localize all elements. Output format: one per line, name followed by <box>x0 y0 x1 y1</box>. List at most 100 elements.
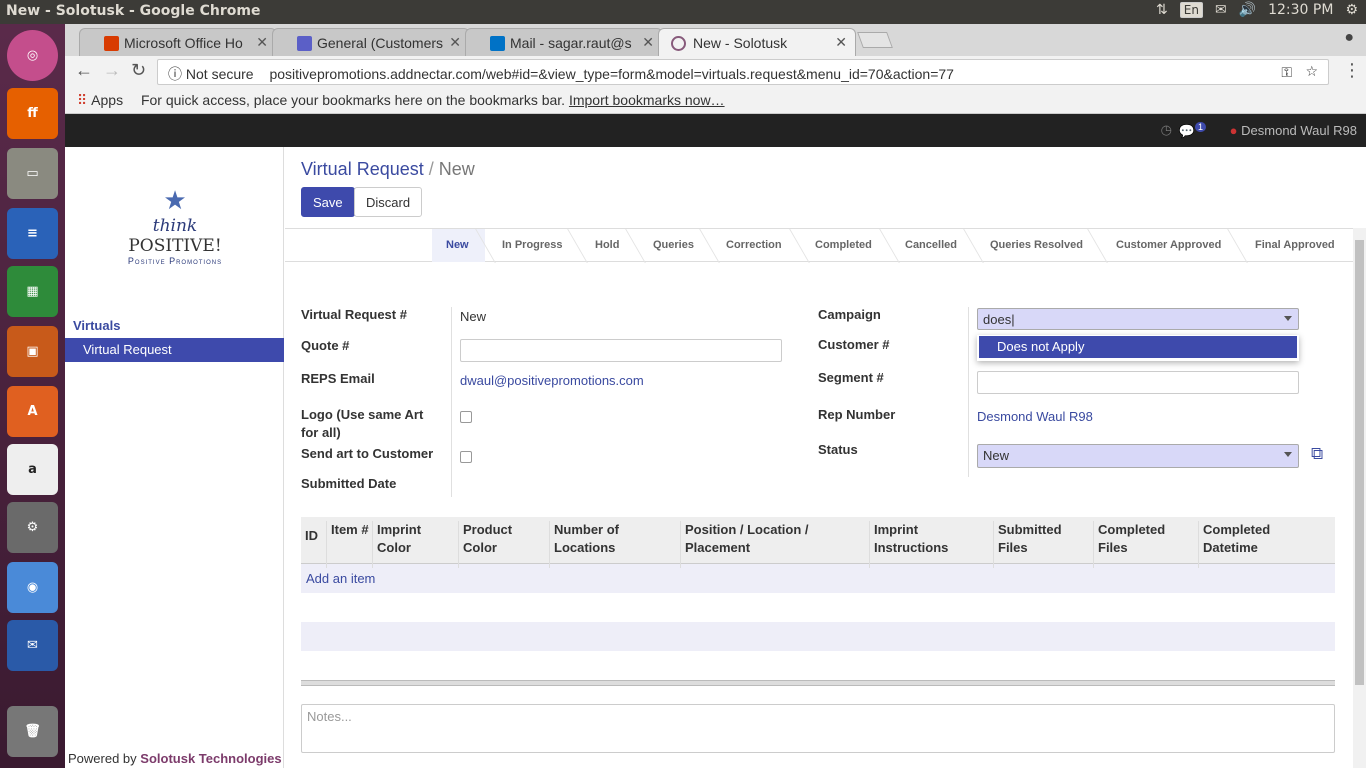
close-icon[interactable]: ✕ <box>835 34 847 51</box>
impress-icon[interactable]: ▣ <box>7 326 58 377</box>
submitted-date-label: Submitted Date <box>301 476 397 491</box>
profile-icon[interactable]: ● <box>1344 29 1354 47</box>
status-queries-resolved[interactable]: Queries Resolved <box>990 239 1083 251</box>
scrollbar[interactable] <box>1353 228 1366 768</box>
sidebar-item-virtual-request[interactable]: Virtual Request <box>65 338 284 362</box>
firefox-icon[interactable]: ff <box>7 88 58 139</box>
trash-icon[interactable]: 🗑 <box>7 706 58 757</box>
segment-label: Segment # <box>818 370 884 385</box>
import-bookmarks-link[interactable]: Import bookmarks now… <box>569 92 725 108</box>
status-final-approved[interactable]: Final Approved <box>1255 239 1335 251</box>
writer-icon[interactable]: ≡ <box>7 208 58 259</box>
files-icon[interactable]: ▭ <box>7 148 58 199</box>
send-art-checkbox[interactable] <box>460 451 472 463</box>
software-center-icon[interactable]: A <box>7 386 58 437</box>
key-icon[interactable]: ⚿ <box>1281 64 1292 81</box>
status-divider <box>1227 229 1248 263</box>
apps-label[interactable]: Apps <box>91 92 123 108</box>
quote-input[interactable] <box>460 339 782 362</box>
launcher: ◎ ff ▭ ≡ ▦ ▣ A a ⚙ ◉ ✉ 🗑 <box>0 24 65 768</box>
tab-office[interactable]: Microsoft Office Ho ✕ <box>79 28 277 56</box>
clock[interactable]: 12:30 PM <box>1268 2 1333 18</box>
quote-label: Quote # <box>301 338 350 353</box>
amazon-icon[interactable]: a <box>7 444 58 495</box>
status-queries[interactable]: Queries <box>653 239 694 251</box>
campaign-option[interactable]: Does not Apply <box>979 336 1297 358</box>
system-settings-icon[interactable]: ⚙ <box>7 502 58 553</box>
column-header[interactable]: Number of Locations <box>549 521 680 568</box>
scrollbar-thumb[interactable] <box>1355 240 1364 685</box>
close-icon[interactable]: ✕ <box>449 34 461 51</box>
network-icon[interactable]: ⇅ <box>1156 2 1168 18</box>
status-customer-approved[interactable]: Customer Approved <box>1116 239 1221 251</box>
thunderbird-icon[interactable]: ✉ <box>7 620 58 671</box>
tab-teams[interactable]: General (Customers ✕ <box>272 28 470 56</box>
chrome-icon[interactable]: ◉ <box>7 562 58 613</box>
column-header[interactable]: Submitted Files <box>993 521 1093 568</box>
close-icon[interactable]: ✕ <box>642 34 654 51</box>
status-completed[interactable]: Completed <box>815 239 872 251</box>
campaign-input-text[interactable]: does <box>983 312 1011 327</box>
status-new[interactable]: New <box>446 239 469 251</box>
powered-by: Powered by Solotusk Technologies <box>68 751 282 766</box>
calc-icon[interactable]: ▦ <box>7 266 58 317</box>
external-link-icon[interactable]: ⧉ <box>1311 444 1323 464</box>
tab-mail[interactable]: Mail - sagar.raut@s ✕ <box>465 28 663 56</box>
column-header[interactable]: Product Color <box>458 521 549 568</box>
user-menu[interactable]: ● Desmond Waul R98 <box>1230 123 1357 138</box>
rep-number-link[interactable]: Desmond Waul R98 <box>977 409 1093 424</box>
chevron-down-icon[interactable] <box>1284 452 1292 457</box>
reload-icon[interactable]: ↻ <box>131 60 146 81</box>
menu-icon[interactable]: ⋮ <box>1343 60 1361 81</box>
breadcrumb: Virtual Request / New <box>301 159 475 179</box>
status-select[interactable]: New <box>977 444 1299 468</box>
address-bar[interactable]: ⓘ Not secure positivepromotions.addnecta… <box>157 59 1329 85</box>
mail-icon[interactable]: ✉ <box>1215 2 1227 18</box>
status-in-progress[interactable]: In Progress <box>502 239 563 251</box>
teams-icon <box>297 36 312 51</box>
odoo-icon <box>671 36 686 51</box>
breadcrumb-parent[interactable]: Virtual Request <box>301 159 424 179</box>
close-icon[interactable]: ✕ <box>256 34 268 51</box>
keyboard-layout[interactable]: En <box>1179 2 1203 18</box>
column-header[interactable]: ID <box>301 527 318 574</box>
forward-icon[interactable]: → <box>103 60 121 81</box>
status-divider <box>625 229 646 263</box>
save-button[interactable]: Save <box>301 187 355 217</box>
column-header[interactable]: Completed Datetime <box>1198 521 1324 568</box>
status-divider <box>789 229 810 263</box>
ubuntu-dash-icon[interactable]: ◎ <box>7 30 58 81</box>
campaign-select[interactable]: does| <box>977 308 1299 330</box>
discard-button[interactable]: Discard <box>354 187 423 217</box>
column-header[interactable]: Imprint Color <box>372 521 458 568</box>
column-header[interactable]: Completed Files <box>1093 521 1198 568</box>
powered-by-link[interactable]: Solotusk Technologies <box>140 751 281 766</box>
status-correction[interactable]: Correction <box>726 239 782 251</box>
volume-icon[interactable]: 🔊 <box>1239 2 1256 18</box>
chat-icon[interactable]: 💬 1 <box>1179 122 1206 139</box>
new-tab-button[interactable] <box>857 32 893 48</box>
notes-field[interactable]: Notes... <box>301 704 1335 753</box>
column-header[interactable]: Imprint Instructions <box>869 521 993 568</box>
sidebar-section-virtuals[interactable]: Virtuals <box>73 318 120 333</box>
info-icon[interactable]: ⓘ <box>168 66 182 82</box>
segment-input[interactable] <box>977 371 1299 394</box>
logo-checkbox[interactable] <box>460 411 472 423</box>
tab-solotusk[interactable]: New - Solotusk ✕ <box>658 28 856 56</box>
apps-icon[interactable]: ⠿ <box>77 92 87 108</box>
table-row <box>301 622 1335 651</box>
column-header[interactable]: Item # <box>326 521 372 568</box>
status-hold[interactable]: Hold <box>595 239 619 251</box>
browser-tab-strip: Microsoft Office Ho ✕ General (Customers… <box>65 24 1366 56</box>
star-icon[interactable]: ☆ <box>1305 63 1318 80</box>
reps-email-link[interactable]: dwaul@positivepromotions.com <box>460 373 644 388</box>
outlook-icon <box>490 36 505 51</box>
settings-icon[interactable]: ⚙ <box>1345 2 1358 18</box>
status-cancelled[interactable]: Cancelled <box>905 239 957 251</box>
back-icon[interactable]: ← <box>75 60 93 81</box>
app-top-bar: ◷ 💬 1 ● Desmond Waul R98 <box>65 114 1366 147</box>
field-divider <box>968 307 969 477</box>
chevron-down-icon[interactable] <box>1284 316 1292 321</box>
clock-icon[interactable]: ◷ <box>1161 122 1172 138</box>
column-header[interactable]: Position / Location / Placement <box>680 521 869 568</box>
